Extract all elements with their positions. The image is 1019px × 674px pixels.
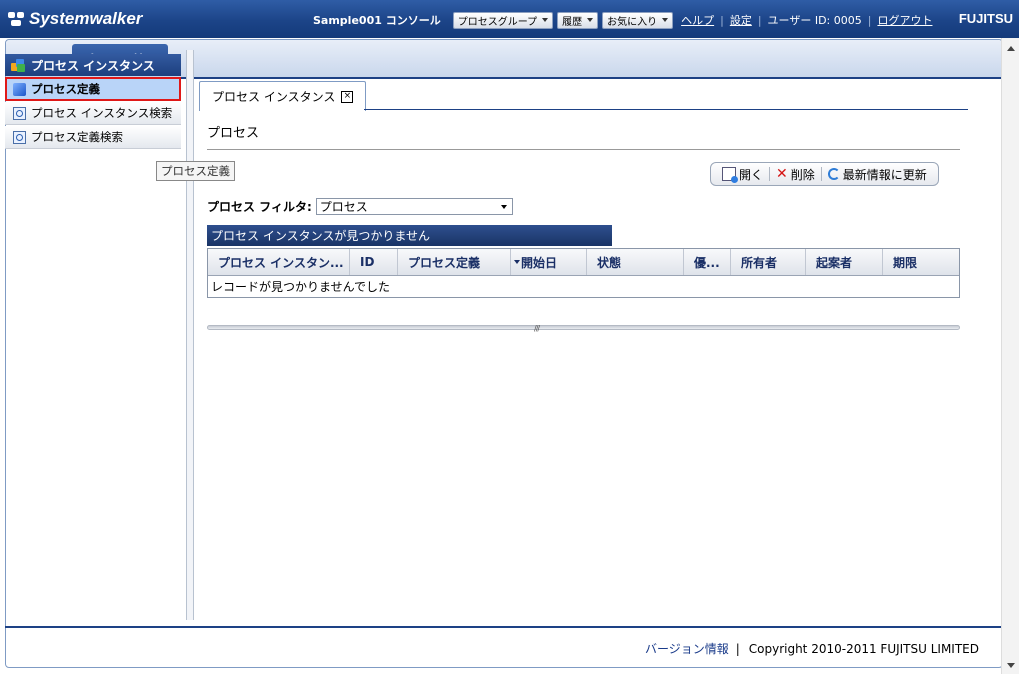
column-header[interactable]: ID: [350, 249, 398, 275]
divider: [207, 149, 960, 150]
top-header-bar: Systemwalker Sample001 コンソール プロセスグループ 履歴…: [0, 0, 1019, 38]
search-icon: [13, 130, 26, 144]
chevron-down-icon: [587, 18, 594, 22]
horizontal-scrollbar[interactable]: ///: [207, 324, 960, 333]
toolbar-divider: [769, 167, 771, 181]
chevron-down-icon: [500, 205, 507, 209]
process-group-menu[interactable]: プロセスグループ: [452, 11, 554, 29]
no-instances-banner: プロセス インスタンスが見つかりません: [207, 225, 612, 246]
help-link[interactable]: ヘルプ: [681, 12, 714, 28]
column-header[interactable]: 期限: [883, 249, 959, 275]
systemwalker-logo: Systemwalker: [8, 8, 142, 30]
open-icon: [722, 167, 738, 183]
refresh-button-label: 最新情報に更新: [842, 167, 927, 182]
sidebar-item-label: プロセス定義: [31, 82, 100, 96]
column-header[interactable]: 優...: [684, 249, 731, 275]
toolbar-divider: [820, 167, 822, 181]
scroll-up-icon[interactable]: [1007, 46, 1015, 51]
sidebar: プロセス インスタンス プロセス定義 プロセス インスタンス検索 プロセス定義検…: [5, 54, 181, 149]
scroll-down-icon[interactable]: [1007, 663, 1015, 668]
console-title: Sample001 コンソール: [313, 14, 441, 27]
sidebar-item-label: プロセス インスタンス検索: [31, 106, 173, 120]
tab-underline: [364, 109, 968, 110]
logout-link[interactable]: ログアウト: [877, 12, 932, 28]
sidebar-section-header[interactable]: プロセス インスタンス: [5, 54, 181, 76]
column-header[interactable]: プロセス定義: [398, 249, 511, 275]
logo-text: Systemwalker: [29, 9, 143, 28]
nav-divider: |: [757, 13, 762, 27]
process-filter-select[interactable]: プロセス: [315, 198, 513, 215]
process-definition-icon: [13, 82, 26, 96]
delete-icon: ✕: [776, 166, 788, 182]
sidebar-item-process-instance-search[interactable]: プロセス インスタンス検索: [5, 102, 181, 125]
empty-message: レコードが見つかりませんでした: [211, 280, 391, 294]
footer-separator: |: [735, 641, 740, 656]
sidebar-resize-handle[interactable]: [186, 50, 194, 620]
content-tab-label: プロセス インスタンス: [212, 90, 336, 104]
footer-divider: [5, 626, 1001, 628]
filter-label: プロセス フィルタ:: [207, 200, 312, 214]
sort-desc-icon: [514, 260, 520, 264]
column-header[interactable]: 所有者: [731, 249, 806, 275]
process-group-menu-label: プロセスグループ: [457, 16, 538, 28]
scroll-grip-icon: ///: [534, 324, 540, 333]
top-navigation: Sample001 コンソール プロセスグループ 履歴 お気に入り ヘルプ | …: [313, 11, 936, 29]
nav-divider: |: [867, 13, 872, 27]
column-header-start-date[interactable]: 開始日: [511, 249, 587, 275]
history-menu[interactable]: 履歴: [557, 11, 599, 29]
column-header-label: 開始日: [521, 255, 558, 270]
filter-select-value: プロセス: [319, 200, 368, 214]
search-icon: [13, 106, 26, 120]
sidebar-item-label: プロセス定義検索: [31, 130, 123, 144]
refresh-button[interactable]: 最新情報に更新: [825, 166, 930, 183]
fujitsu-logo: FUJITSU: [958, 11, 1013, 26]
section-title: プロセス: [207, 126, 260, 141]
favorites-menu-label: お気に入り: [607, 16, 658, 28]
close-icon[interactable]: ×: [341, 90, 354, 103]
footer: バージョン情報 | Copyright 2010-2011 FUJITSU LI…: [645, 640, 979, 657]
tooltip: プロセス定義: [156, 161, 235, 181]
table-header: プロセス インスタン... ID プロセス定義 開始日 状態 優... 所有者 …: [208, 249, 959, 276]
chevron-down-icon: [542, 18, 549, 22]
systemwalker-logo-icon: [8, 11, 26, 27]
tab-process-instance[interactable]: プロセス インスタンス ×: [199, 81, 367, 111]
sidebar-item-process-definition[interactable]: プロセス定義: [5, 77, 181, 101]
nav-divider: |: [720, 13, 724, 27]
action-toolbar: 開く ✕ 削除 最新情報に更新: [710, 162, 939, 186]
column-header[interactable]: プロセス インスタン...: [208, 249, 350, 275]
column-header[interactable]: 状態: [587, 249, 684, 275]
delete-button[interactable]: ✕ 削除: [773, 166, 818, 183]
version-info-link[interactable]: バージョン情報: [645, 640, 729, 657]
settings-link[interactable]: 設定: [730, 12, 752, 28]
process-filter: プロセス フィルタ: プロセス: [207, 198, 513, 215]
user-id-label: ユーザー ID: 0005: [767, 14, 862, 27]
copyright-text: Copyright 2010-2011 FUJITSU LIMITED: [748, 641, 979, 656]
open-button-label: 開く: [739, 167, 764, 182]
chevron-down-icon: [662, 18, 669, 22]
favorites-menu[interactable]: お気に入り: [602, 11, 674, 29]
sidebar-section-title: プロセス インスタンス: [31, 58, 155, 73]
column-header[interactable]: 起案者: [806, 249, 883, 275]
instances-table: プロセス インスタン... ID プロセス定義 開始日 状態 優... 所有者 …: [207, 248, 960, 298]
history-menu-label: 履歴: [562, 16, 583, 28]
page-scrollbar[interactable]: [1001, 38, 1019, 674]
sidebar-item-process-definition-search[interactable]: プロセス定義検索: [5, 126, 181, 149]
process-instance-icon: [11, 58, 26, 72]
delete-button-label: 削除: [790, 167, 815, 182]
open-button[interactable]: 開く: [719, 166, 766, 183]
refresh-icon: [827, 168, 840, 180]
